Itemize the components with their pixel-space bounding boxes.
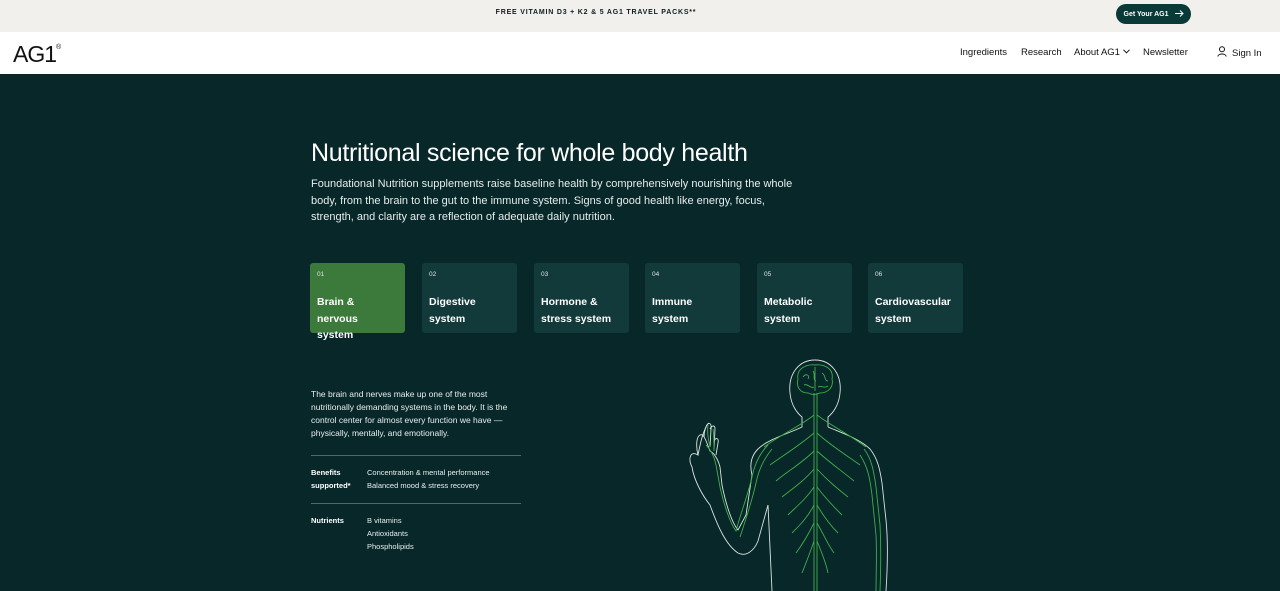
- card-number: 05: [764, 271, 772, 278]
- nervous-system-illustration: [689, 359, 888, 591]
- promo-bar: FREE VITAMIN D3 + K2 & 5 AG1 TRAVEL PACK…: [0, 0, 1280, 32]
- divider: [311, 455, 521, 456]
- nutrient-item: Phospholipids: [367, 542, 414, 551]
- system-description: The brain and nerves make up one of the …: [311, 389, 508, 438]
- system-tab-hormone[interactable]: 03 Hormone & stress system: [534, 263, 629, 333]
- system-tab-cardiovascular[interactable]: 06 Cardiovascular system: [868, 263, 963, 333]
- card-number: 04: [652, 271, 660, 278]
- system-tab-digestive[interactable]: 02 Digestive system: [422, 263, 517, 333]
- card-label: Immune system: [652, 296, 693, 325]
- nav-ingredients[interactable]: Ingredients: [960, 47, 1007, 58]
- promo-text: FREE VITAMIN D3 + K2 & 5 AG1 TRAVEL PACK…: [495, 9, 697, 16]
- nav-about-label: About AG1: [1074, 47, 1120, 58]
- cta-label: Get Your AG1: [1123, 10, 1169, 18]
- nav-research[interactable]: Research: [1021, 47, 1062, 58]
- card-label: Metabolic system: [764, 296, 813, 325]
- chevron-down-icon: [1123, 49, 1130, 56]
- nav-about-ag1[interactable]: About AG1: [1074, 47, 1130, 58]
- system-tab-immune[interactable]: 04 Immune system: [645, 263, 740, 333]
- card-number: 03: [541, 271, 549, 278]
- card-number: 06: [875, 271, 883, 278]
- nutrients-list: B vitamins Antioxidants Phospholipids: [367, 514, 414, 553]
- card-number: 01: [317, 271, 325, 278]
- nav-newsletter[interactable]: Newsletter: [1143, 47, 1188, 58]
- ag1-logo[interactable]: AG1®: [13, 41, 61, 68]
- logo-text: AG1: [13, 41, 57, 67]
- benefit-item: Concentration & mental performance: [367, 468, 490, 477]
- benefits-list: Concentration & mental performance Balan…: [367, 466, 490, 492]
- get-your-ag1-button[interactable]: Get Your AG1: [1116, 4, 1191, 24]
- divider: [311, 503, 521, 504]
- registered-mark: ®: [56, 44, 62, 52]
- nerves: [705, 364, 882, 591]
- nutrient-item: B vitamins: [367, 516, 402, 525]
- card-label: Digestive system: [429, 296, 476, 325]
- system-tab-brain[interactable]: 01 Brain & nervous system: [310, 263, 405, 341]
- arrow-right-icon: [1174, 9, 1184, 19]
- sign-in-link[interactable]: Sign In: [1217, 46, 1262, 60]
- card-label: Hormone & stress system: [541, 296, 612, 325]
- card-number: 02: [429, 271, 437, 278]
- benefit-item: Balanced mood & stress recovery: [367, 481, 480, 490]
- card-label: Brain & nervous system: [317, 296, 358, 341]
- sign-in-label: Sign In: [1232, 47, 1262, 59]
- card-label: Cardiovascular system: [875, 296, 951, 325]
- system-tab-metabolic[interactable]: 05 Metabolic system: [757, 263, 852, 333]
- body-outline: [689, 359, 888, 591]
- intro-paragraph: Foundational Nutrition supplements raise…: [311, 178, 793, 223]
- user-icon: [1217, 46, 1227, 60]
- page-title: Nutritional science for whole body healt…: [311, 139, 748, 167]
- main-nav: AG1® Ingredients Research About AG1 News…: [0, 32, 1280, 74]
- nutrients-label: Nutrients: [311, 516, 344, 525]
- benefits-label: Benefits supported*: [311, 468, 351, 490]
- nutrient-item: Antioxidants: [367, 529, 408, 538]
